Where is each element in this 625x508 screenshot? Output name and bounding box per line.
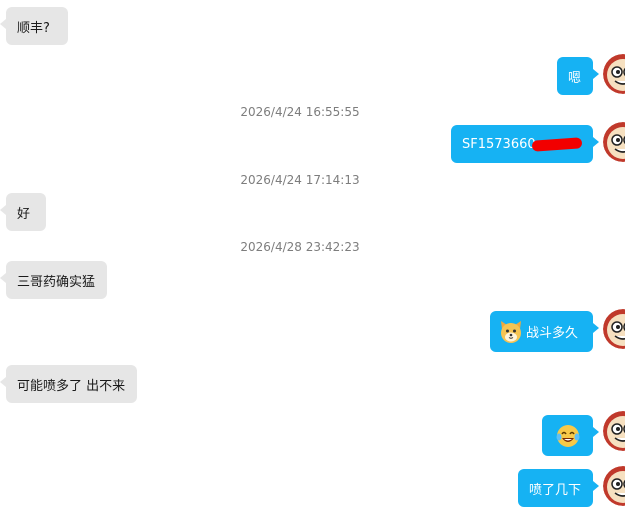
message-bubble-outgoing[interactable]	[542, 415, 599, 456]
avatar-face-icon	[603, 309, 625, 349]
avatar[interactable]	[603, 466, 625, 506]
dog-emoji-icon	[501, 320, 521, 343]
avatar[interactable]	[603, 122, 625, 162]
message-bubble-incoming[interactable]: 顺丰?	[0, 7, 68, 45]
avatar[interactable]	[603, 411, 625, 451]
message-bubble-outgoing[interactable]: 喷了几下	[518, 469, 599, 507]
timestamp: 2026/4/24 17:14:13	[240, 173, 360, 187]
avatar-face-icon	[603, 54, 625, 94]
message-text: 可能喷多了 出不来	[17, 378, 126, 394]
message-bubble-incoming[interactable]: 可能喷多了 出不来	[0, 365, 137, 403]
message-bubble-incoming[interactable]: 三哥药确实猛	[0, 261, 107, 299]
message-text: 好	[17, 206, 31, 222]
message-bubble-outgoing[interactable]: SF1573660	[451, 125, 599, 163]
timestamp: 2026/4/24 16:55:55	[240, 105, 360, 119]
avatar-face-icon	[603, 411, 625, 451]
message-text: 嗯	[568, 70, 582, 86]
message-bubble-incoming[interactable]: 好	[0, 193, 46, 231]
laughing-tears-emoji-icon	[556, 424, 579, 447]
avatar-face-icon	[603, 122, 625, 162]
message-text: 顺丰?	[17, 20, 50, 36]
avatar-face-icon	[603, 466, 625, 506]
redaction-mark	[531, 136, 583, 152]
message-text: 三哥药确实猛	[17, 274, 96, 290]
message-text: 战斗多久	[526, 326, 579, 341]
message-bubble-outgoing[interactable]: 嗯	[557, 57, 599, 95]
avatar[interactable]	[603, 309, 625, 349]
avatar[interactable]	[603, 54, 625, 94]
message-text: SF1573660	[462, 136, 536, 152]
message-bubble-outgoing[interactable]: 战斗多久	[490, 311, 599, 352]
message-text: 喷了几下	[529, 482, 582, 498]
timestamp: 2026/4/28 23:42:23	[240, 240, 360, 254]
